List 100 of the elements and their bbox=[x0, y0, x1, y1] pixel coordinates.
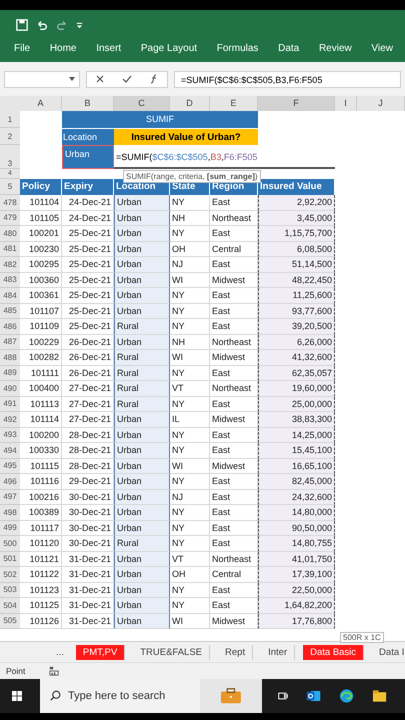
row-header[interactable]: 497 bbox=[0, 490, 20, 505]
row-header[interactable]: 495 bbox=[0, 458, 20, 474]
criteria-cell[interactable]: Urban bbox=[62, 145, 114, 169]
row-header[interactable]: 482 bbox=[0, 257, 20, 272]
task-view-icon[interactable] bbox=[278, 690, 288, 702]
table-cell: 14,25,000 bbox=[258, 428, 335, 443]
table-cell: NH bbox=[170, 334, 210, 350]
column-header[interactable]: C bbox=[114, 96, 170, 111]
row-header[interactable]: 496 bbox=[0, 474, 20, 490]
sheet-tab[interactable]: Inter bbox=[261, 644, 296, 660]
sheet-tab[interactable]: Data Basic bbox=[303, 644, 364, 660]
windows-icon[interactable] bbox=[12, 690, 22, 702]
table-cell: WI bbox=[170, 614, 210, 629]
table-cell: NY bbox=[170, 536, 210, 552]
table-cell: WI bbox=[170, 350, 210, 366]
table-cell: Urban bbox=[114, 412, 170, 428]
ribbon-tab[interactable]: View bbox=[371, 43, 393, 54]
row-header[interactable]: 478 bbox=[0, 195, 20, 210]
save-icon[interactable] bbox=[16, 19, 28, 31]
undo-icon[interactable] bbox=[36, 19, 48, 31]
sheet-tab[interactable]: TRUE&FALSE bbox=[133, 644, 210, 660]
table-cell: Rural bbox=[114, 366, 170, 381]
table-cell: 1,64,82,200 bbox=[258, 598, 335, 614]
row-header[interactable]: 494 bbox=[0, 443, 20, 458]
row-header[interactable]: 486 bbox=[0, 319, 20, 334]
more-sheets[interactable]: ... bbox=[56, 646, 64, 658]
ribbon-tab[interactable]: File bbox=[14, 43, 30, 54]
table-cell: 100216 bbox=[20, 490, 62, 505]
column-header[interactable]: I bbox=[335, 96, 357, 111]
row-header[interactable]: 2 bbox=[0, 128, 20, 145]
table-cell: 41,32,600 bbox=[258, 350, 335, 366]
row-header[interactable]: 479 bbox=[0, 210, 20, 226]
row-header[interactable]: 502 bbox=[0, 567, 20, 582]
table-cell: OH bbox=[170, 242, 210, 257]
row-header[interactable]: 483 bbox=[0, 272, 20, 288]
row-header[interactable]: 499 bbox=[0, 520, 20, 536]
row-header[interactable]: 480 bbox=[0, 226, 20, 242]
table-cell: 17,76,800 bbox=[258, 614, 335, 629]
table-cell: 17,39,100 bbox=[258, 567, 335, 582]
function-icon[interactable] bbox=[148, 74, 159, 84]
row-header[interactable]: 500 bbox=[0, 536, 20, 552]
title-cell: SUMIF bbox=[62, 111, 258, 128]
table-cell: Rural bbox=[114, 319, 170, 334]
row-header[interactable]: 3 bbox=[0, 145, 20, 169]
table-cell: 101105 bbox=[20, 210, 62, 226]
row-header[interactable]: 488 bbox=[0, 350, 20, 366]
row-header[interactable]: 489 bbox=[0, 366, 20, 381]
row-header[interactable]: 484 bbox=[0, 288, 20, 304]
ribbon-tab[interactable]: Formulas bbox=[216, 43, 258, 54]
sheet-tab[interactable]: PMT,PV bbox=[76, 644, 126, 660]
table-cell: VT bbox=[170, 552, 210, 567]
redo-icon[interactable] bbox=[56, 19, 68, 31]
table-cell: NJ bbox=[170, 490, 210, 505]
row-header[interactable]: 505 bbox=[0, 614, 20, 629]
sheet-tab[interactable]: Data I bbox=[372, 644, 405, 660]
row-header[interactable]: 504 bbox=[0, 598, 20, 614]
column-header[interactable]: F bbox=[258, 96, 335, 111]
row-header[interactable]: 487 bbox=[0, 334, 20, 350]
row-header[interactable]: 491 bbox=[0, 396, 20, 412]
table-cell: 14,80,000 bbox=[258, 505, 335, 520]
table-cell: NH bbox=[170, 210, 210, 226]
row-header[interactable]: 490 bbox=[0, 381, 20, 396]
table-cell: 39,20,500 bbox=[258, 319, 335, 334]
formula-field[interactable]: =SUMIF($C$6:$C$505,B3,F6:F505 bbox=[174, 70, 401, 88]
ribbon-tab[interactable]: Page Layout bbox=[140, 43, 198, 54]
macro-icon[interactable] bbox=[49, 666, 60, 676]
table-cell: Rural bbox=[114, 350, 170, 366]
taskbar-search-field[interactable]: Type here to search bbox=[40, 679, 200, 713]
table-cell: 62,35,057 bbox=[258, 366, 335, 381]
ribbon-tab[interactable]: Data bbox=[278, 43, 300, 54]
row-header[interactable]: 492 bbox=[0, 412, 20, 428]
enter-icon[interactable] bbox=[122, 74, 132, 84]
table-cell: Rural bbox=[114, 381, 170, 396]
table-cell: Urban bbox=[114, 505, 170, 520]
column-header[interactable]: J bbox=[357, 96, 405, 111]
row-header[interactable]: 503 bbox=[0, 582, 20, 598]
table-cell: Urban bbox=[114, 428, 170, 443]
table-cell: Urban bbox=[114, 210, 170, 226]
row-header[interactable]: 485 bbox=[0, 304, 20, 319]
table-cell: 24,32,600 bbox=[258, 490, 335, 505]
cancel-icon[interactable] bbox=[95, 74, 106, 84]
table-cell: NY bbox=[170, 443, 210, 458]
row-header[interactable]: 501 bbox=[0, 552, 20, 567]
table-cell: Urban bbox=[114, 334, 170, 350]
row-header[interactable]: 5 bbox=[0, 179, 20, 195]
sheet-tab[interactable]: Rept bbox=[218, 644, 254, 660]
row-header[interactable]: 1 bbox=[0, 111, 20, 128]
table-cell: NY bbox=[170, 288, 210, 304]
ribbon-tab[interactable]: Insert bbox=[96, 43, 122, 54]
row-header[interactable]: 498 bbox=[0, 505, 20, 520]
table-cell: 101116 bbox=[20, 474, 62, 490]
table-cell: 100389 bbox=[20, 505, 62, 520]
browser-icon[interactable] bbox=[338, 687, 354, 705]
table-cell: 100229 bbox=[20, 334, 62, 350]
customize-icon[interactable] bbox=[76, 22, 83, 28]
ribbon-tab[interactable]: Home bbox=[50, 43, 76, 54]
ribbon-tab[interactable]: Review bbox=[318, 43, 352, 54]
table-cell: Urban bbox=[114, 458, 170, 474]
row-header[interactable]: 493 bbox=[0, 428, 20, 443]
row-header[interactable]: 481 bbox=[0, 242, 20, 257]
